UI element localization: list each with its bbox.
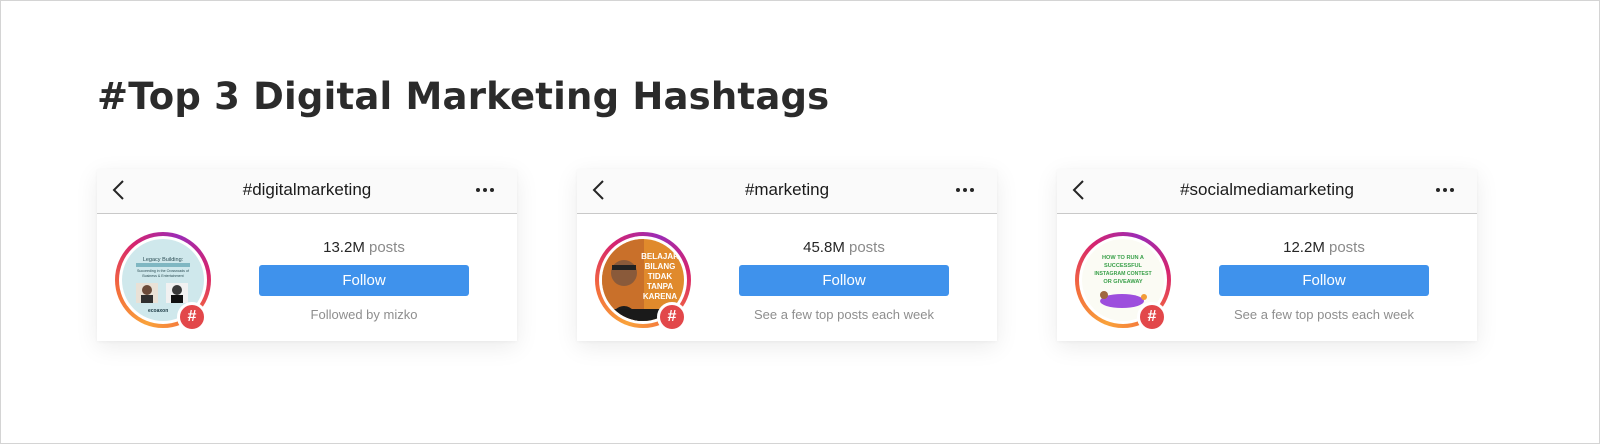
post-count-value: 12.2M: [1283, 239, 1325, 256]
post-count-label: posts: [369, 239, 405, 256]
svg-text:ecoaxon: ecoaxon: [148, 308, 168, 314]
card-header: #socialmediamarketing: [1057, 169, 1477, 214]
follow-button[interactable]: Follow: [739, 265, 949, 296]
card-header: #marketing: [577, 169, 997, 214]
page-title: #Top 3 Digital Marketing Hashtags: [97, 75, 830, 118]
back-chevron-icon[interactable]: [111, 179, 127, 201]
back-chevron-icon[interactable]: [591, 179, 607, 201]
post-count: 45.8M posts: [739, 239, 949, 256]
svg-text:Succeeding in the Crossroads o: Succeeding in the Crossroads of: [137, 269, 189, 273]
hashtag-card-socialmediamarketing: #socialmediamarketing HOW TO RUN A SUCCE…: [1057, 169, 1477, 341]
follow-button[interactable]: Follow: [259, 265, 469, 296]
hashtag-badge-icon: #: [657, 302, 687, 332]
hashtag-title: #digitalmarketing: [242, 180, 372, 199]
post-count: 13.2M posts: [259, 239, 469, 256]
svg-text:TIDAK: TIDAK: [648, 272, 673, 281]
hashtag-title: #marketing: [744, 180, 830, 199]
follow-button[interactable]: Follow: [1219, 265, 1429, 296]
more-options-icon[interactable]: [475, 187, 495, 193]
svg-text:KARENA: KARENA: [643, 292, 677, 301]
post-count-label: posts: [849, 239, 885, 256]
follow-context-text: Followed by mizko: [310, 307, 418, 322]
svg-text:Business & Entertainment: Business & Entertainment: [142, 274, 183, 278]
hashtag-card-marketing: #marketing BELAJAR BILANG TIDAK TANPA KA…: [577, 169, 997, 341]
hashtag-card-digitalmarketing: #digitalmarketing Legacy Building: Succe…: [97, 169, 517, 341]
follow-context-text: See a few top posts each week: [1234, 307, 1414, 322]
svg-text:BILANG: BILANG: [645, 262, 676, 271]
back-chevron-icon[interactable]: [1071, 179, 1087, 201]
svg-text:SUCCESSFUL: SUCCESSFUL: [1104, 263, 1142, 269]
post-count: 12.2M posts: [1219, 239, 1429, 256]
svg-text:TANPA: TANPA: [647, 282, 674, 291]
more-options-icon[interactable]: [955, 187, 975, 193]
svg-text:BELAJAR: BELAJAR: [641, 252, 679, 261]
post-count-value: 45.8M: [803, 239, 845, 256]
post-count-label: posts: [1329, 239, 1365, 256]
card-header: #digitalmarketing: [97, 169, 517, 214]
follow-context-text: See a few top posts each week: [754, 307, 934, 322]
svg-text:OR GIVEAWAY: OR GIVEAWAY: [1103, 279, 1143, 285]
hashtag-badge-icon: #: [1137, 302, 1167, 332]
more-options-icon[interactable]: [1435, 187, 1455, 193]
hashtag-badge-icon: #: [177, 302, 207, 332]
svg-text:Legacy Building:: Legacy Building:: [143, 257, 184, 263]
hashtag-title: #socialmediamarketing: [1180, 180, 1354, 199]
post-count-value: 13.2M: [323, 239, 365, 256]
page-frame: #Top 3 Digital Marketing Hashtags #digit…: [0, 0, 1600, 444]
svg-text:HOW TO RUN A: HOW TO RUN A: [1102, 255, 1144, 261]
svg-text:INSTAGRAM CONTEST: INSTAGRAM CONTEST: [1094, 271, 1152, 277]
